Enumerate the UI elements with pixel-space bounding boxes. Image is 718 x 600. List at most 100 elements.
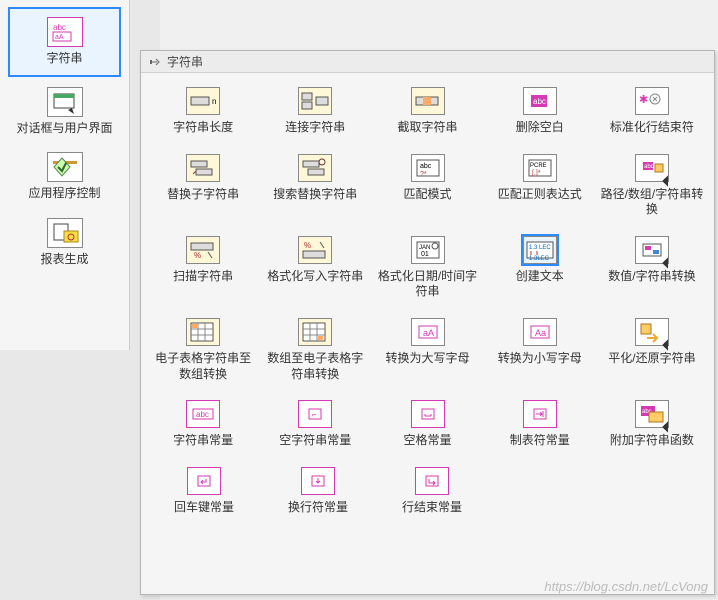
palette-item-label: 制表符常量	[510, 433, 570, 449]
palette-item-trim[interactable]: abc 删除空白	[486, 83, 594, 144]
palette-item-label: 附加字符串函数	[610, 433, 694, 449]
string-palette-flyout: 字符串 n字符串长度连接字符串截取字符串 abc 删除空白 ✱ 标准化行结束符替换子字符…	[140, 50, 715, 595]
svg-text:abc: abc	[196, 410, 209, 419]
palette-item-upper[interactable]: aA转换为大写字母	[373, 314, 481, 390]
dialog-icon	[47, 87, 83, 117]
palette-item-flat[interactable]: 平化/还原字符串	[598, 314, 706, 390]
svg-text:abc: abc	[533, 97, 546, 106]
palette-item-norm[interactable]: ✱ 标准化行结束符	[598, 83, 706, 144]
sidebar-item-string[interactable]: abcaA 字符串	[8, 7, 121, 77]
sidebar-item-label: 应用程序控制	[28, 186, 100, 202]
tab-icon	[523, 400, 557, 428]
more-icon: abc	[635, 400, 669, 428]
palette-item-label: 匹配模式	[404, 187, 452, 203]
svg-text:1.3 LEC: 1.3 LEC	[529, 245, 551, 251]
palette-item-cr[interactable]: 回车键常量	[149, 463, 259, 524]
palette-item-ss2a[interactable]: 电子表格字符串至数组转换	[149, 314, 257, 390]
svg-text:%: %	[194, 251, 201, 260]
palette-item-date[interactable]: JAN01格式化日期/时间字符串	[373, 232, 481, 308]
flyout-title: 字符串	[167, 53, 203, 70]
sidebar-item-appctrl[interactable]: 应用程序控制	[0, 144, 129, 210]
flyout-header: 字符串	[141, 51, 714, 73]
palette-item-empty[interactable]: ⌐ 空字符串常量	[261, 396, 369, 457]
sidebar-item-report[interactable]: 报表生成	[0, 210, 129, 276]
palette-item-len[interactable]: n字符串长度	[149, 83, 257, 144]
palette-item-eol[interactable]: 行结束常量	[377, 463, 487, 524]
cr-icon	[187, 467, 221, 495]
palette-item-label: 替换子字符串	[167, 187, 239, 203]
fmt-icon: %	[298, 236, 332, 264]
a2ss-icon	[298, 318, 332, 346]
palette-item-label: 标准化行结束符	[610, 120, 694, 136]
svg-text:abc: abc	[644, 164, 654, 170]
scan-icon: %	[186, 236, 220, 264]
palette-item-label: 路径/数组/字符串转换	[600, 187, 704, 218]
palette-item-label: 截取字符串	[398, 120, 458, 136]
svg-text:aA: aA	[423, 328, 434, 338]
functions-sidebar: abcaA 字符串 对话框与用户界面 应用程序控制 报表生成	[0, 0, 130, 350]
watermark: https://blog.csdn.net/LcVong	[544, 579, 708, 594]
palette-item-label: 数值/字符串转换	[608, 269, 695, 285]
palette-item-lower[interactable]: Aa 转换为小写字母	[486, 314, 594, 390]
trim-icon: abc	[523, 87, 557, 115]
palette-item-mpat[interactable]: abc?* 匹配模式	[373, 150, 481, 226]
sidebar-item-dialog[interactable]: 对话框与用户界面	[0, 79, 129, 145]
sidebar-item-label: 对话框与用户界面	[16, 121, 112, 137]
space-icon	[411, 400, 445, 428]
palette-item-sub[interactable]: 截取字符串	[373, 83, 481, 144]
palette-item-label: 平化/还原字符串	[608, 351, 695, 367]
svg-text:[.]*: [.]*	[532, 170, 541, 177]
palette-item-a2ss[interactable]: 数组至电子表格字符串转换	[261, 314, 369, 390]
flat-icon	[635, 318, 669, 346]
lower-icon: Aa	[523, 318, 557, 346]
palette-item-label: 字符串常量	[173, 433, 233, 449]
palette-item-lf[interactable]: 换行符常量	[263, 463, 373, 524]
svg-text:✱: ✱	[639, 94, 648, 106]
palette-item-label: 空字符串常量	[279, 433, 351, 449]
palette-item-tab[interactable]: 制表符常量	[486, 396, 594, 457]
svg-text:%: %	[304, 241, 311, 250]
palette-item-regex[interactable]: PCRE[.]*匹配正则表达式	[486, 150, 594, 226]
palette-item-scan[interactable]: % 扫描字符串	[149, 232, 257, 308]
sub-icon	[411, 87, 445, 115]
sidebar-item-label: 报表生成	[40, 252, 88, 268]
palette-item-srep[interactable]: 搜索替换字符串	[261, 150, 369, 226]
svg-text:01: 01	[421, 251, 429, 258]
eol-icon	[415, 467, 449, 495]
rep-icon	[186, 154, 220, 182]
palette-item-path[interactable]: abc 路径/数组/字符串转换	[598, 150, 706, 226]
svg-text:abc: abc	[420, 163, 432, 170]
len-icon: n	[186, 87, 220, 115]
palette-item-label: 搜索替换字符串	[273, 187, 357, 203]
sconst-icon: abc	[186, 400, 220, 428]
palette-item-label: 空格常量	[404, 433, 452, 449]
lf-icon	[301, 467, 335, 495]
palette-item-space[interactable]: 空格常量	[373, 396, 481, 457]
palette-item-more[interactable]: abc 附加字符串函数	[598, 396, 706, 457]
path-icon: abc	[635, 154, 669, 182]
date-icon: JAN01	[411, 236, 445, 264]
palette-item-build[interactable]: 1.3 LEC1.3LEC创建文本	[486, 232, 594, 308]
palette-item-sconst[interactable]: abc 字符串常量	[149, 396, 257, 457]
cat-icon	[298, 87, 332, 115]
palette-item-label: 转换为小写字母	[498, 351, 582, 367]
app-control-icon	[47, 152, 83, 182]
palette-item-cat[interactable]: 连接字符串	[261, 83, 369, 144]
srep-icon	[298, 154, 332, 182]
mpat-icon: abc?*	[411, 154, 445, 182]
num-icon	[635, 236, 669, 264]
palette-item-label: 扫描字符串	[173, 269, 233, 285]
report-icon	[47, 218, 83, 248]
palette-item-label: 换行符常量	[288, 500, 348, 516]
palette-item-num[interactable]: 数值/字符串转换	[598, 232, 706, 308]
palette-item-label: 回车键常量	[174, 500, 234, 516]
palette-item-label: 删除空白	[516, 120, 564, 136]
ss2a-icon	[186, 318, 220, 346]
pin-icon[interactable]	[149, 56, 161, 68]
svg-text:1.3LEC: 1.3LEC	[529, 256, 550, 262]
palette-item-rep[interactable]: 替换子字符串	[149, 150, 257, 226]
svg-text:abc: abc	[53, 23, 66, 32]
palette-item-fmt[interactable]: %格式化写入字符串	[261, 232, 369, 308]
palette-item-label: 匹配正则表达式	[498, 187, 582, 203]
svg-text:⌐: ⌐	[312, 410, 317, 419]
